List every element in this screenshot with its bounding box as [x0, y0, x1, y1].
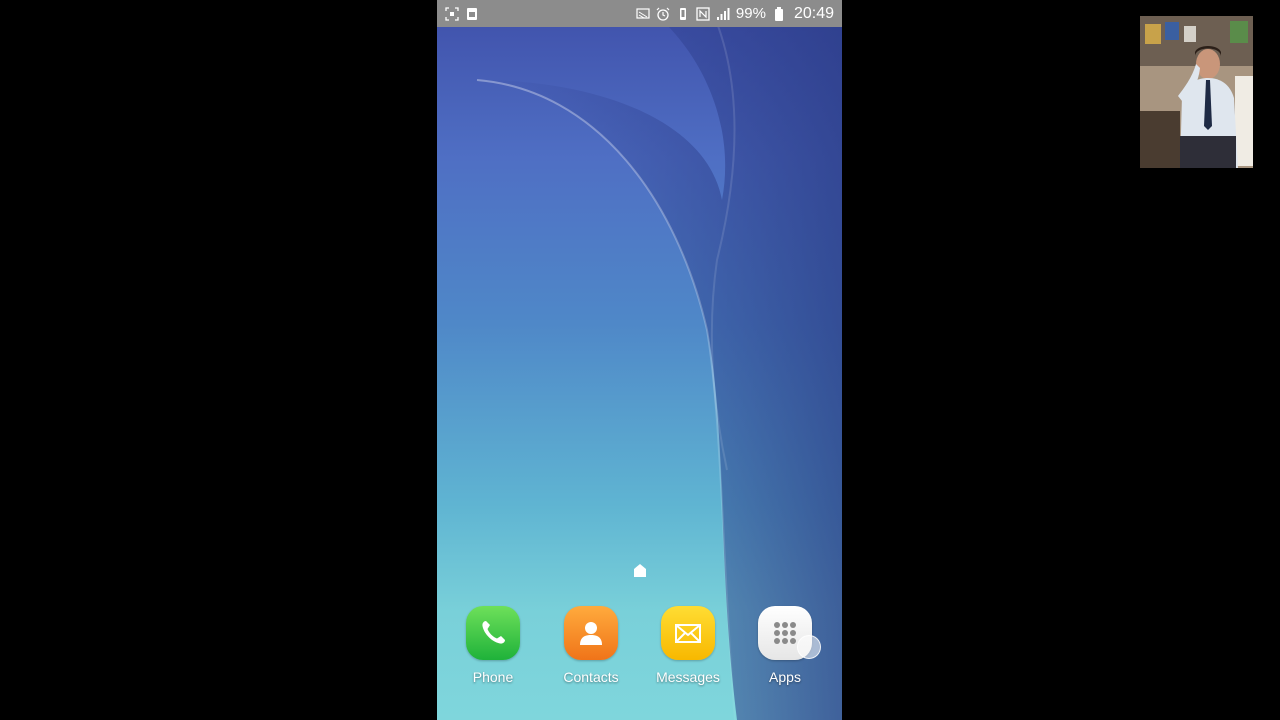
dock-label-messages: Messages — [656, 669, 720, 685]
nfc-icon — [696, 6, 710, 21]
screenshot-icon — [445, 6, 459, 21]
dock-label-apps: Apps — [769, 669, 801, 685]
alarm-icon — [656, 7, 670, 21]
phone-screen: 99% 20:49 Phone Contacts Messages Apps — [437, 0, 842, 720]
clock-time: 20:49 — [793, 4, 834, 22]
dock-item-phone[interactable]: Phone — [445, 606, 541, 690]
storage-icon — [465, 7, 479, 21]
phone-icon[interactable] — [466, 606, 520, 660]
home-icon[interactable] — [634, 564, 646, 577]
battery-percent: 99% — [735, 5, 766, 22]
signal-icon — [716, 7, 730, 21]
dock-label-contacts: Contacts — [563, 669, 619, 685]
app-dock: Phone Contacts Messages Apps — [437, 606, 842, 690]
touch-indicator — [797, 635, 821, 659]
status-left-icons — [445, 6, 479, 21]
dock-item-contacts[interactable]: Contacts — [543, 606, 639, 690]
battery-icon — [772, 6, 786, 21]
webcam-feed-image — [1140, 16, 1253, 168]
cast-icon — [636, 7, 650, 21]
dock-label-phone: Phone — [472, 669, 514, 685]
contact-icon[interactable] — [564, 606, 618, 660]
status-bar[interactable]: 99% 20:49 — [437, 0, 842, 27]
vibrate-icon — [676, 7, 690, 21]
dock-item-messages[interactable]: Messages — [640, 606, 736, 690]
status-right-icons: 99% 20:49 — [636, 5, 834, 23]
envelope-icon[interactable] — [661, 606, 715, 660]
